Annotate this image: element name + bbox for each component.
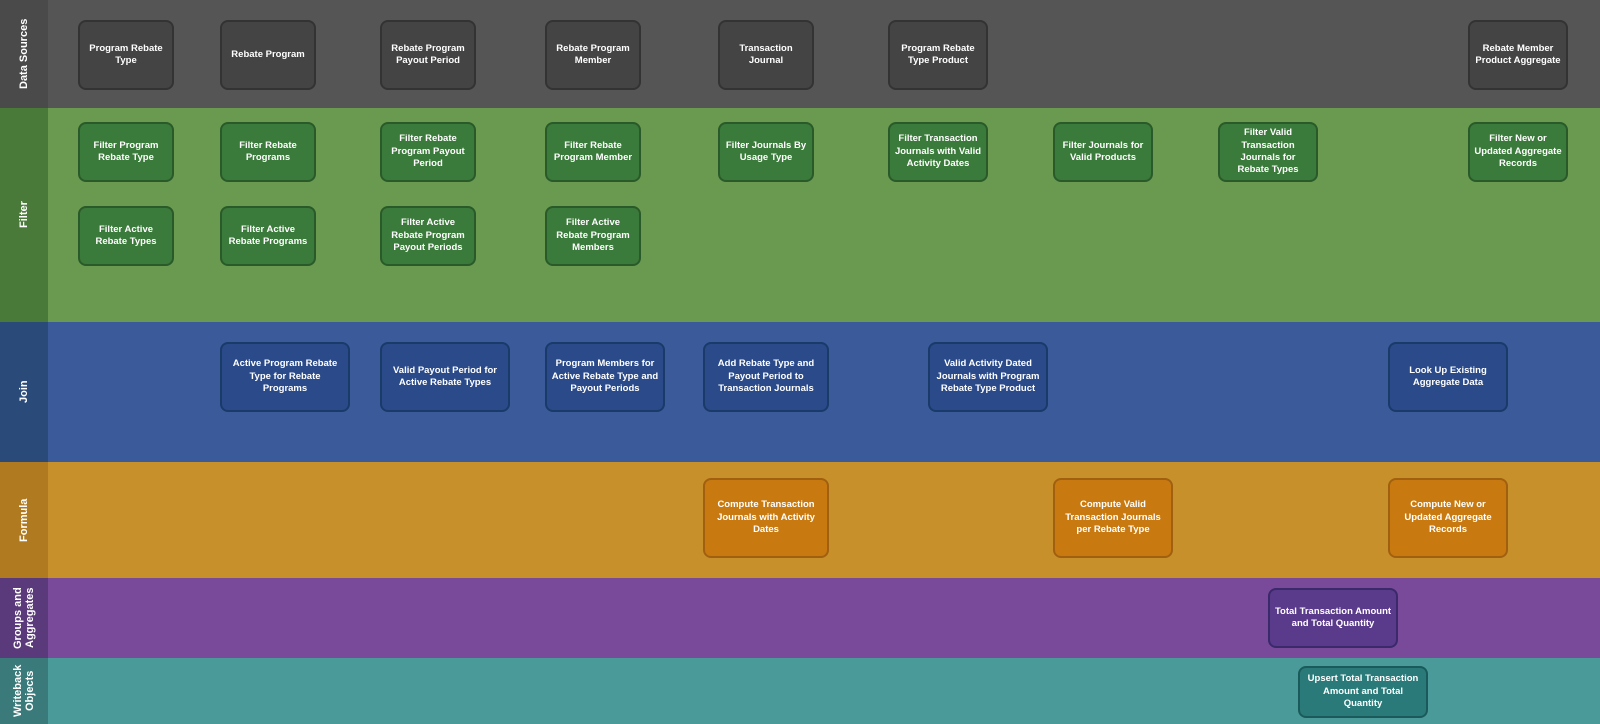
band-data-sources: Program Rebate Type Rebate Program Rebat…	[48, 0, 1600, 108]
node-valid-activity[interactable]: Valid Activity Dated Journals with Progr…	[928, 342, 1048, 412]
node-rebate-program-member[interactable]: Rebate Program Member	[545, 20, 641, 90]
node-valid-payout[interactable]: Valid Payout Period for Active Rebate Ty…	[380, 342, 510, 412]
node-filter-program-rebate-type[interactable]: Filter Program Rebate Type	[78, 122, 174, 182]
node-filter-new-updated[interactable]: Filter New or Updated Aggregate Records	[1468, 122, 1568, 182]
label-groups: Groups and Aggregates	[0, 578, 48, 658]
node-upsert[interactable]: Upsert Total Transaction Amount and Tota…	[1298, 666, 1428, 718]
node-filter-rebate-programs[interactable]: Filter Rebate Programs	[220, 122, 316, 182]
node-filter-active-programs[interactable]: Filter Active Rebate Programs	[220, 206, 316, 266]
node-look-up[interactable]: Look Up Existing Aggregate Data	[1388, 342, 1508, 412]
label-join: Join	[0, 322, 48, 462]
label-formula: Formula	[0, 462, 48, 578]
band-groups: Total Transaction Amount and Total Quant…	[48, 578, 1600, 658]
node-total-transaction[interactable]: Total Transaction Amount and Total Quant…	[1268, 588, 1398, 648]
node-filter-active-members[interactable]: Filter Active Rebate Program Members	[545, 206, 641, 266]
label-filter: Filter	[0, 108, 48, 322]
label-writeback: Writeback Objects	[0, 658, 48, 724]
node-filter-member[interactable]: Filter Rebate Program Member	[545, 122, 641, 182]
node-program-rebate-type[interactable]: Program Rebate Type	[78, 20, 174, 90]
node-program-members[interactable]: Program Members for Active Rebate Type a…	[545, 342, 665, 412]
node-compute-transaction[interactable]: Compute Transaction Journals with Activi…	[703, 478, 829, 558]
node-filter-payout-period[interactable]: Filter Rebate Program Payout Period	[380, 122, 476, 182]
node-filter-active-rebate-types[interactable]: Filter Active Rebate Types	[78, 206, 174, 266]
node-active-program-rebate[interactable]: Active Program Rebate Type for Rebate Pr…	[220, 342, 350, 412]
node-filter-active-payout[interactable]: Filter Active Rebate Program Payout Peri…	[380, 206, 476, 266]
node-compute-aggregate[interactable]: Compute New or Updated Aggregate Records	[1388, 478, 1508, 558]
node-transaction-journal[interactable]: Transaction Journal	[718, 20, 814, 90]
band-filter: Filter Program Rebate Type Filter Active…	[48, 108, 1600, 322]
node-filter-valid-activity[interactable]: Filter Transaction Journals with Valid A…	[888, 122, 988, 182]
node-add-rebate-type[interactable]: Add Rebate Type and Payout Period to Tra…	[703, 342, 829, 412]
node-filter-valid-products[interactable]: Filter Journals for Valid Products	[1053, 122, 1153, 182]
node-program-rebate-type-product[interactable]: Program Rebate Type Product	[888, 20, 988, 90]
row-labels: Data Sources Filter Join Formula Groups …	[0, 0, 48, 724]
band-join: Active Program Rebate Type for Rebate Pr…	[48, 322, 1600, 462]
diagram-content: Program Rebate Type Rebate Program Rebat…	[48, 0, 1600, 724]
label-data-sources: Data Sources	[0, 0, 48, 108]
band-writeback: Upsert Total Transaction Amount and Tota…	[48, 658, 1600, 724]
diagram-container: Data Sources Filter Join Formula Groups …	[0, 0, 1600, 724]
node-rebate-program[interactable]: Rebate Program	[220, 20, 316, 90]
node-rebate-program-payout[interactable]: Rebate Program Payout Period	[380, 20, 476, 90]
node-compute-valid[interactable]: Compute Valid Transaction Journals per R…	[1053, 478, 1173, 558]
node-rebate-member-product[interactable]: Rebate Member Product Aggregate	[1468, 20, 1568, 90]
node-filter-journals-usage[interactable]: Filter Journals By Usage Type	[718, 122, 814, 182]
node-filter-valid-rebate-types[interactable]: Filter Valid Transaction Journals for Re…	[1218, 122, 1318, 182]
band-formula: Compute Transaction Journals with Activi…	[48, 462, 1600, 578]
